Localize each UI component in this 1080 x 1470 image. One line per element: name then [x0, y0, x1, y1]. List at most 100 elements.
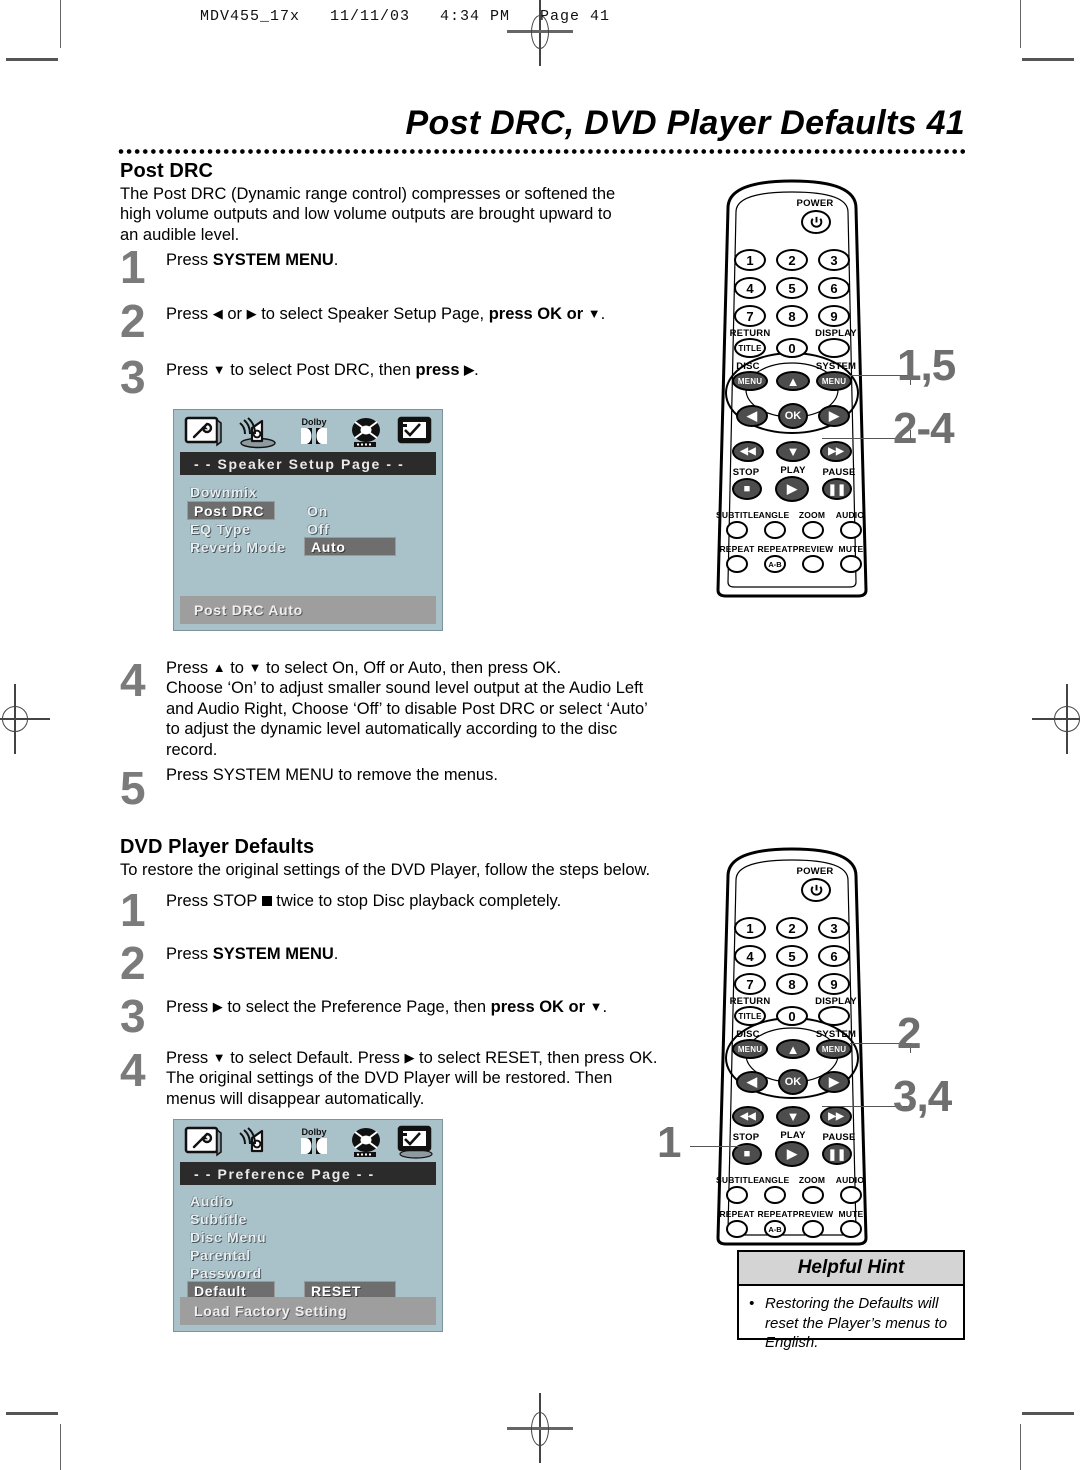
- stop-button[interactable]: ■: [732, 478, 762, 500]
- preview-label: PREVIEW: [792, 1209, 834, 1219]
- power-label: POWER: [796, 198, 834, 209]
- power-button[interactable]: [801, 878, 831, 902]
- play-button[interactable]: ▶: [775, 1141, 809, 1167]
- angle-label: ANGLE: [758, 510, 790, 520]
- general-setup-icon: [184, 1125, 222, 1157]
- stop-label: STOP: [732, 1132, 760, 1143]
- subtitle-button[interactable]: [726, 521, 748, 539]
- preview-button[interactable]: [802, 1220, 824, 1238]
- down-arrow-button[interactable]: ▼: [776, 441, 810, 462]
- numeric-key-0[interactable]: 0: [776, 1006, 808, 1026]
- osd-row-label: Post DRC: [194, 503, 265, 519]
- numeric-key-6[interactable]: 6: [818, 945, 850, 967]
- numeric-key-8[interactable]: 8: [776, 305, 808, 327]
- zoom-button[interactable]: [802, 521, 824, 539]
- numeric-key-3[interactable]: 3: [818, 917, 850, 939]
- play-button[interactable]: ▶: [775, 476, 809, 502]
- title-button[interactable]: TITLE: [734, 1006, 766, 1026]
- left-arrow-button[interactable]: ◀: [736, 405, 768, 427]
- numeric-key-4[interactable]: 4: [734, 277, 766, 299]
- ok-button[interactable]: OK: [778, 1069, 808, 1095]
- numeric-key-2[interactable]: 2: [776, 249, 808, 271]
- step-number: 4: [120, 1044, 146, 1096]
- previous-track-button[interactable]: ◀◀: [732, 1106, 764, 1127]
- display-button[interactable]: [818, 1006, 850, 1026]
- numeric-key-4[interactable]: 4: [734, 945, 766, 967]
- osd-row-value: Auto: [311, 539, 346, 555]
- section-heading-dvd-player-defaults: DVD Player Defaults: [120, 836, 315, 858]
- audio-label: AUDIO: [835, 510, 865, 520]
- numeric-key-7[interactable]: 7: [734, 305, 766, 327]
- step-number: 2: [120, 937, 146, 989]
- pause-button[interactable]: ❚❚: [822, 1143, 852, 1165]
- down-arrow-button[interactable]: ▼: [776, 1106, 810, 1127]
- numeric-key-2[interactable]: 2: [776, 917, 808, 939]
- repeat-ab-label: REPEAT: [757, 1209, 793, 1219]
- numeric-key-8[interactable]: 8: [776, 973, 808, 995]
- osd-value-highlight: Auto: [304, 537, 396, 556]
- numeric-key-6[interactable]: 6: [818, 277, 850, 299]
- numeric-key-3[interactable]: 3: [818, 249, 850, 271]
- subtitle-label: SUBTITLE: [716, 510, 760, 520]
- audio-button[interactable]: [840, 521, 862, 539]
- system-menu-button[interactable]: MENU: [816, 371, 852, 391]
- osd-row-label: Password: [190, 1265, 262, 1281]
- system-menu-button[interactable]: MENU: [816, 1039, 852, 1059]
- play-label: PLAY: [780, 1130, 806, 1141]
- next-track-button[interactable]: ▶▶: [820, 1106, 852, 1127]
- step-text: Press ▼ to select Post DRC, then press ▶…: [166, 361, 479, 379]
- preview-button[interactable]: [802, 555, 824, 573]
- callout-leader-line: [690, 1146, 746, 1148]
- up-arrow-button[interactable]: ▲: [776, 1039, 810, 1059]
- angle-button[interactable]: [764, 1186, 786, 1204]
- numeric-key-5[interactable]: 5: [776, 945, 808, 967]
- numeric-key-1[interactable]: 1: [734, 249, 766, 271]
- preference-icon: [396, 1125, 434, 1159]
- numeric-key-9[interactable]: 9: [818, 973, 850, 995]
- repeat-button[interactable]: [726, 1220, 748, 1238]
- zoom-button[interactable]: [802, 1186, 824, 1204]
- right-arrow-button[interactable]: ▶: [818, 405, 850, 427]
- repeat-ab-button[interactable]: A-B: [764, 1220, 786, 1238]
- dolby-audio-icon: Dolby: [294, 1125, 332, 1157]
- disc-menu-button[interactable]: MENU: [732, 1039, 768, 1059]
- repeat-button[interactable]: [726, 555, 748, 573]
- numeric-key-0[interactable]: 0: [776, 338, 808, 358]
- step-number: 1: [120, 241, 146, 293]
- title-button[interactable]: TITLE: [734, 338, 766, 358]
- pause-button[interactable]: ❚❚: [822, 478, 852, 500]
- step-text: Press ▶ to select the Preference Page, t…: [166, 998, 608, 1016]
- next-track-button[interactable]: ▶▶: [820, 441, 852, 462]
- angle-button[interactable]: [764, 521, 786, 539]
- step-text: Press SYSTEM MENU.: [166, 251, 339, 269]
- section-heading-post-drc: Post DRC: [120, 160, 214, 182]
- step-text: Press SYSTEM MENU to remove the menus.: [166, 766, 498, 784]
- step-number: 4: [120, 654, 146, 706]
- step-number: 3: [120, 990, 146, 1042]
- numeric-key-9[interactable]: 9: [818, 305, 850, 327]
- ok-button[interactable]: OK: [778, 403, 808, 429]
- display-button[interactable]: [818, 338, 850, 358]
- numeric-key-7[interactable]: 7: [734, 973, 766, 995]
- numeric-key-1[interactable]: 1: [734, 917, 766, 939]
- repeat-ab-label: REPEAT: [757, 544, 793, 554]
- power-button[interactable]: [801, 210, 831, 234]
- mute-button[interactable]: [840, 1220, 862, 1238]
- repeat-label: REPEAT: [719, 1209, 755, 1219]
- subtitle-button[interactable]: [726, 1186, 748, 1204]
- step-number: 2: [120, 295, 146, 347]
- mute-button[interactable]: [840, 555, 862, 573]
- stop-label: STOP: [732, 467, 760, 478]
- disc-menu-button[interactable]: MENU: [732, 371, 768, 391]
- audio-button[interactable]: [840, 1186, 862, 1204]
- video-setup-icon: [346, 1125, 384, 1157]
- numeric-key-5[interactable]: 5: [776, 277, 808, 299]
- preview-label: PREVIEW: [792, 544, 834, 554]
- previous-track-button[interactable]: ◀◀: [732, 441, 764, 462]
- left-arrow-button[interactable]: ◀: [736, 1071, 768, 1093]
- right-arrow-button[interactable]: ▶: [818, 1071, 850, 1093]
- svg-text:Dolby: Dolby: [301, 1127, 326, 1137]
- repeat-ab-button[interactable]: A-B: [764, 555, 786, 573]
- up-arrow-button[interactable]: ▲: [776, 371, 810, 391]
- step-text: Press ▲ to ▼ to select On, Off or Auto, …: [166, 659, 648, 759]
